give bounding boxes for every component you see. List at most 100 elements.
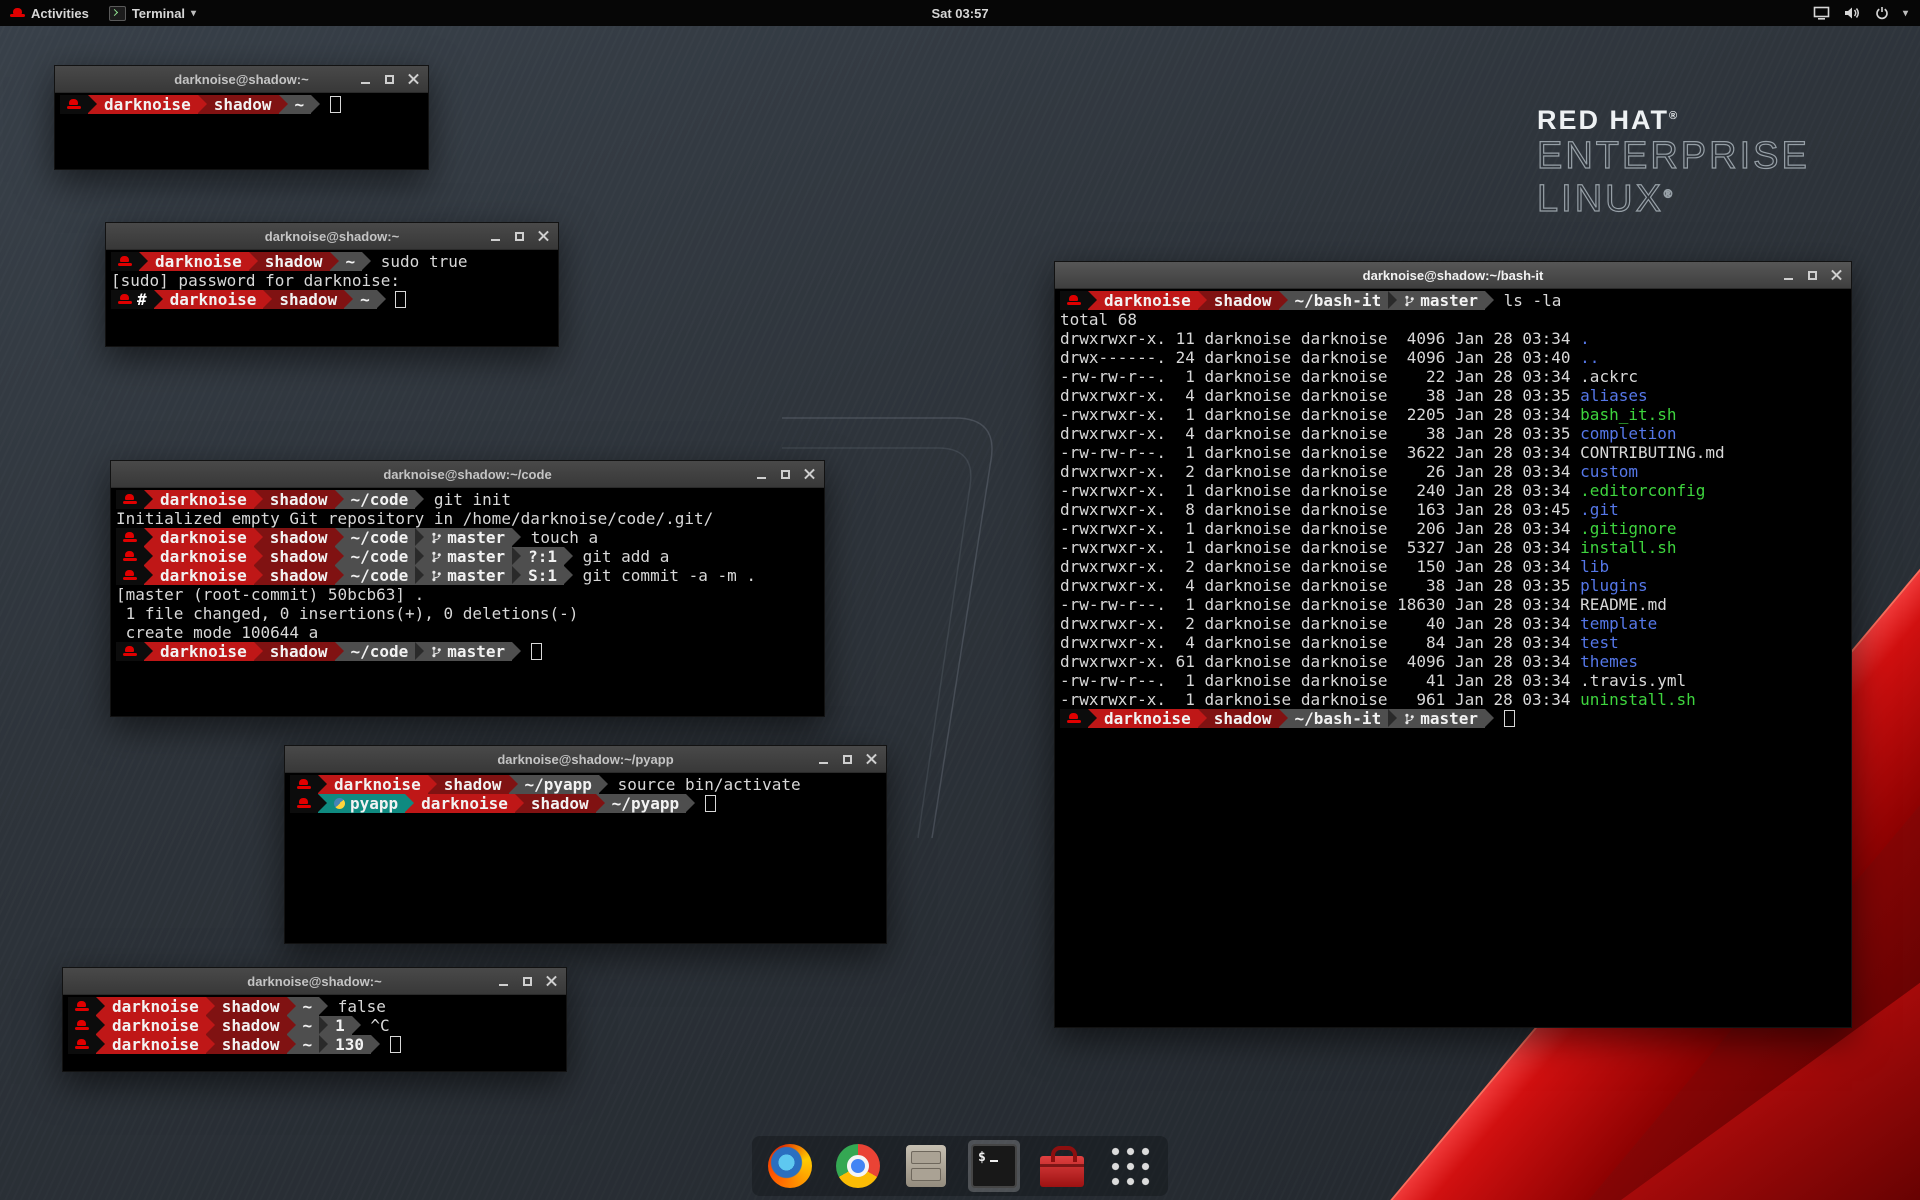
minimize-button[interactable] [490,231,501,242]
powerline-separator [415,490,424,509]
powerline-separator [377,290,386,309]
close-button[interactable] [866,754,877,765]
maximize-button[interactable] [780,469,791,480]
redhat-icon [123,645,137,658]
dock-item-toolbox[interactable] [1036,1140,1088,1192]
terminal-text: CONTRIBUTING.md [1580,443,1725,462]
segment-text: darknoise [160,642,247,661]
activities-button[interactable]: Activities [0,0,99,26]
python-venv-segment: pyapp [327,794,405,813]
terminal-line: #darknoiseshadow~ [111,290,558,309]
window-titlebar[interactable]: darknoise@shadow:~/pyapp [285,746,886,773]
segment-text: shadow [222,997,280,1016]
prompt-segment: shadow [263,642,335,661]
window-controls [490,223,549,249]
terminal-text: -rwxrwxr-x. 1 darknoise darknoise 206 Ja… [1060,519,1580,538]
git-branch-icon [1404,712,1415,726]
terminal-content[interactable]: darknoiseshadow~/pyapp source bin/activa… [285,773,886,945]
close-button[interactable] [538,231,549,242]
segment-text: master [447,547,505,566]
powerline-separator [254,490,263,509]
powerline-separator [415,547,424,566]
segment-text: darknoise [112,1016,199,1035]
powerline-arrow [362,252,371,270]
dock-item-app-grid[interactable] [1104,1140,1156,1192]
git-branch-segment: master [424,642,512,661]
dock-item-firefox[interactable] [764,1140,816,1192]
terminal-text: .gitignore [1580,519,1676,538]
segment-text: shadow [531,794,589,813]
dock-item-terminal[interactable] [968,1140,1020,1192]
redhat-logo-icon [10,7,25,19]
app-menu-terminal[interactable]: Terminal ▾ [99,0,206,26]
dock-item-chrome[interactable] [832,1140,884,1192]
terminal-text: .ackrc [1580,367,1638,386]
power-icon[interactable] [1875,6,1889,20]
segment-text: ~/code [351,490,409,509]
minimize-button[interactable] [1783,270,1794,281]
segment-text: ~ [360,290,370,309]
redhat-icon [123,493,137,506]
maximize-button[interactable] [384,74,395,85]
close-button[interactable] [804,469,815,480]
window-titlebar[interactable]: darknoise@shadow:~ [106,223,558,250]
maximize-button[interactable] [522,976,533,987]
clock[interactable]: Sat 03:57 [931,6,988,21]
powerline-arrow [686,794,695,812]
prompt-segment: darknoise [1097,291,1198,310]
prompt-segment: shadow [263,566,335,585]
window-titlebar[interactable]: darknoise@shadow:~/bash-it [1055,262,1851,289]
maximize-button[interactable] [1807,270,1818,281]
close-button[interactable] [546,976,557,987]
close-button[interactable] [1831,270,1842,281]
powerline-arrow [1088,291,1097,309]
volume-icon[interactable] [1844,6,1861,20]
activities-label: Activities [31,6,89,21]
prompt-segment: ~/code [344,547,416,566]
terminal-content[interactable]: darknoiseshadow~/code git initInitialize… [111,488,824,718]
system-status-area[interactable]: ▾ [1807,0,1914,26]
minimize-button[interactable] [756,469,767,480]
terminal-content[interactable]: darknoiseshadow~ sudo true[sudo] passwor… [106,250,558,348]
minimize-button[interactable] [818,754,829,765]
window-titlebar[interactable]: darknoise@shadow:~ [63,968,566,995]
prompt-segment: ~/pyapp [605,794,686,813]
powerline-arrow [428,775,437,793]
prompt-segment: shadow [215,1016,287,1035]
dock-item-files[interactable] [900,1140,952,1192]
prompt-segment: darknoise [148,252,249,271]
window-titlebar[interactable]: darknoise@shadow:~/code [111,461,824,488]
redhat-icon [118,255,132,268]
maximize-button[interactable] [514,231,525,242]
terminal-line: -rwxrwxr-x. 1 darknoise darknoise 2205 J… [1060,405,1851,424]
window-titlebar[interactable]: darknoise@shadow:~ [55,66,428,93]
segment-text: shadow [1214,709,1272,728]
git-branch-icon [431,550,442,564]
terminal-content[interactable]: darknoiseshadow~ falsedarknoiseshadow~1 … [63,995,566,1073]
terminal-text: test [1580,633,1619,652]
minimize-button[interactable] [360,74,371,85]
powerline-separator [318,794,327,813]
toolbox-icon [1040,1156,1084,1187]
segment-text: master [447,528,505,547]
terminal-content[interactable]: darknoiseshadow~/bash-itmaster ls -latot… [1055,289,1851,1029]
chevron-down-icon[interactable]: ▾ [1903,8,1908,19]
prompt-segment: ?:1 [521,547,564,566]
terminal-content[interactable]: darknoiseshadow~ [55,93,428,171]
redhat-icon [1067,294,1081,307]
segment-text: darknoise [334,775,421,794]
powerline-arrow [415,566,424,584]
powerline-arrow [249,252,258,270]
terminal-line: darknoiseshadow~/pyapp source bin/activa… [290,775,886,794]
terminal-text: 1 file changed, 0 insertions(+), 0 delet… [116,604,578,623]
segment-text: darknoise [112,1035,199,1054]
maximize-button[interactable] [842,754,853,765]
python-icon [334,798,345,809]
minimize-button[interactable] [498,976,509,987]
display-icon[interactable] [1813,6,1830,20]
close-button[interactable] [408,74,419,85]
terminal-text [320,95,330,114]
segment-text: 1 [335,1016,345,1035]
powerline-separator [311,95,320,114]
prompt-segment: darknoise [153,528,254,547]
